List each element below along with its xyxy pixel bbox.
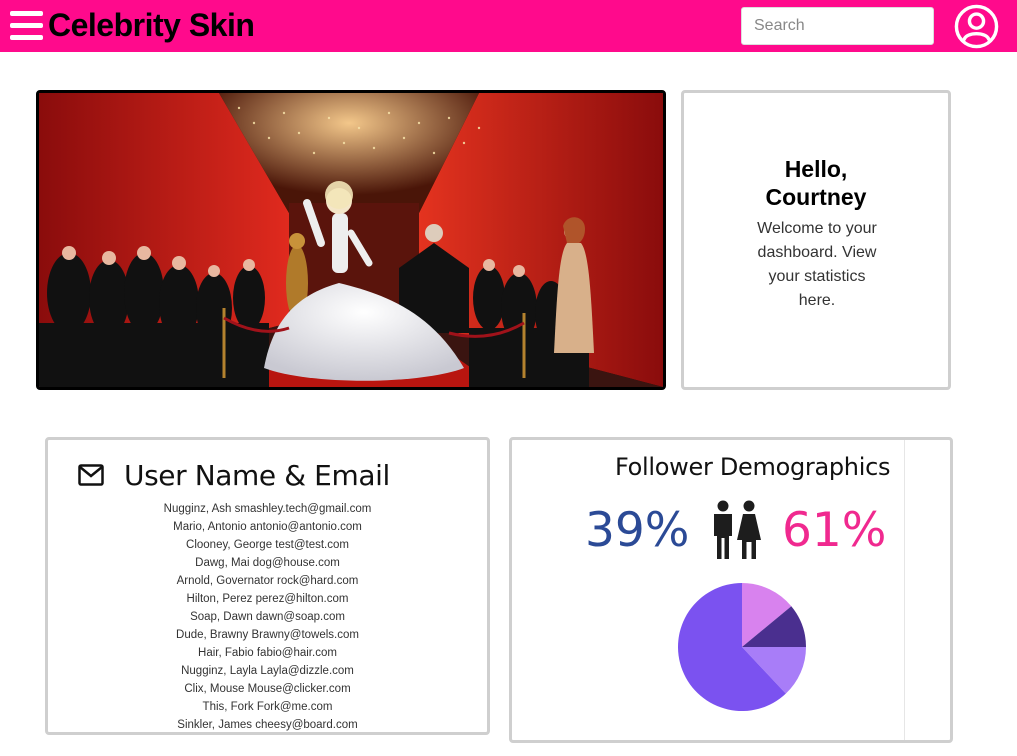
- user-list: Nugginz, Ash smashley.tech@gmail.com Mari…: [48, 500, 487, 734]
- user-list-item: Clix, Mouse Mouse@clicker.com: [184, 683, 351, 695]
- user-list-item: Hilton, Perez perez@hilton.com: [186, 593, 349, 605]
- user-list-item: Nugginz, Layla Layla@dizzle.com: [181, 665, 354, 677]
- greeting-line-1: Hello,: [784, 156, 848, 182]
- female-percentage: 61%: [782, 503, 887, 558]
- male-female-icon: [714, 500, 761, 559]
- welcome-message: Welcome to your dashboard. View your sta…: [757, 220, 877, 309]
- greeting-user-name: Courtney: [765, 184, 867, 210]
- user-list-item: Soap, Dawn dawn@soap.com: [190, 611, 345, 623]
- user-list-item: Dawg, Mai dog@house.com: [195, 557, 340, 569]
- hero-image: [36, 90, 666, 390]
- user-list-item: Arnold, Governator rock@hard.com: [176, 575, 359, 587]
- user-avatar-icon[interactable]: [953, 3, 1000, 50]
- app-title: Celebrity Skin: [48, 7, 255, 43]
- user-list-item: This, Fork Fork@me.com: [202, 701, 333, 713]
- user-list-item: Mario, Antonio antonio@antonio.com: [173, 521, 362, 533]
- welcome-card: Hello, Courtney Welcome to your dashboar…: [681, 90, 951, 390]
- demographics-card: Follower Demographics 39% 61%: [509, 437, 953, 743]
- user-list-item: Sinkler, James cheesy@board.com: [177, 719, 358, 731]
- user-list-item: Clooney, George test@test.com: [186, 539, 349, 551]
- user-list-item: Hair, Fabio fabio@hair.com: [198, 647, 337, 659]
- users-card-header: User Name & Email: [78, 458, 390, 492]
- demographics-title: Follower Demographics: [615, 453, 891, 481]
- demographics-pie-chart: [678, 583, 806, 711]
- user-list-item: Nugginz, Ash smashley.tech@gmail.com: [163, 503, 372, 515]
- top-nav-bar: Celebrity Skin: [0, 0, 1017, 52]
- users-card-title: User Name & Email: [124, 458, 390, 492]
- hamburger-menu-icon[interactable]: [10, 11, 43, 40]
- search-input[interactable]: [741, 7, 934, 45]
- male-percentage: 39%: [585, 503, 690, 558]
- user-list-item: Dude, Brawny Brawny@towels.com: [176, 629, 359, 641]
- red-carpet-photo: [39, 93, 663, 387]
- greeting-heading: Hello, Courtney: [684, 155, 948, 211]
- mail-icon: [78, 464, 104, 486]
- users-card: User Name & Email Nugginz, Ash smashley.…: [45, 437, 490, 735]
- divider: [904, 440, 905, 740]
